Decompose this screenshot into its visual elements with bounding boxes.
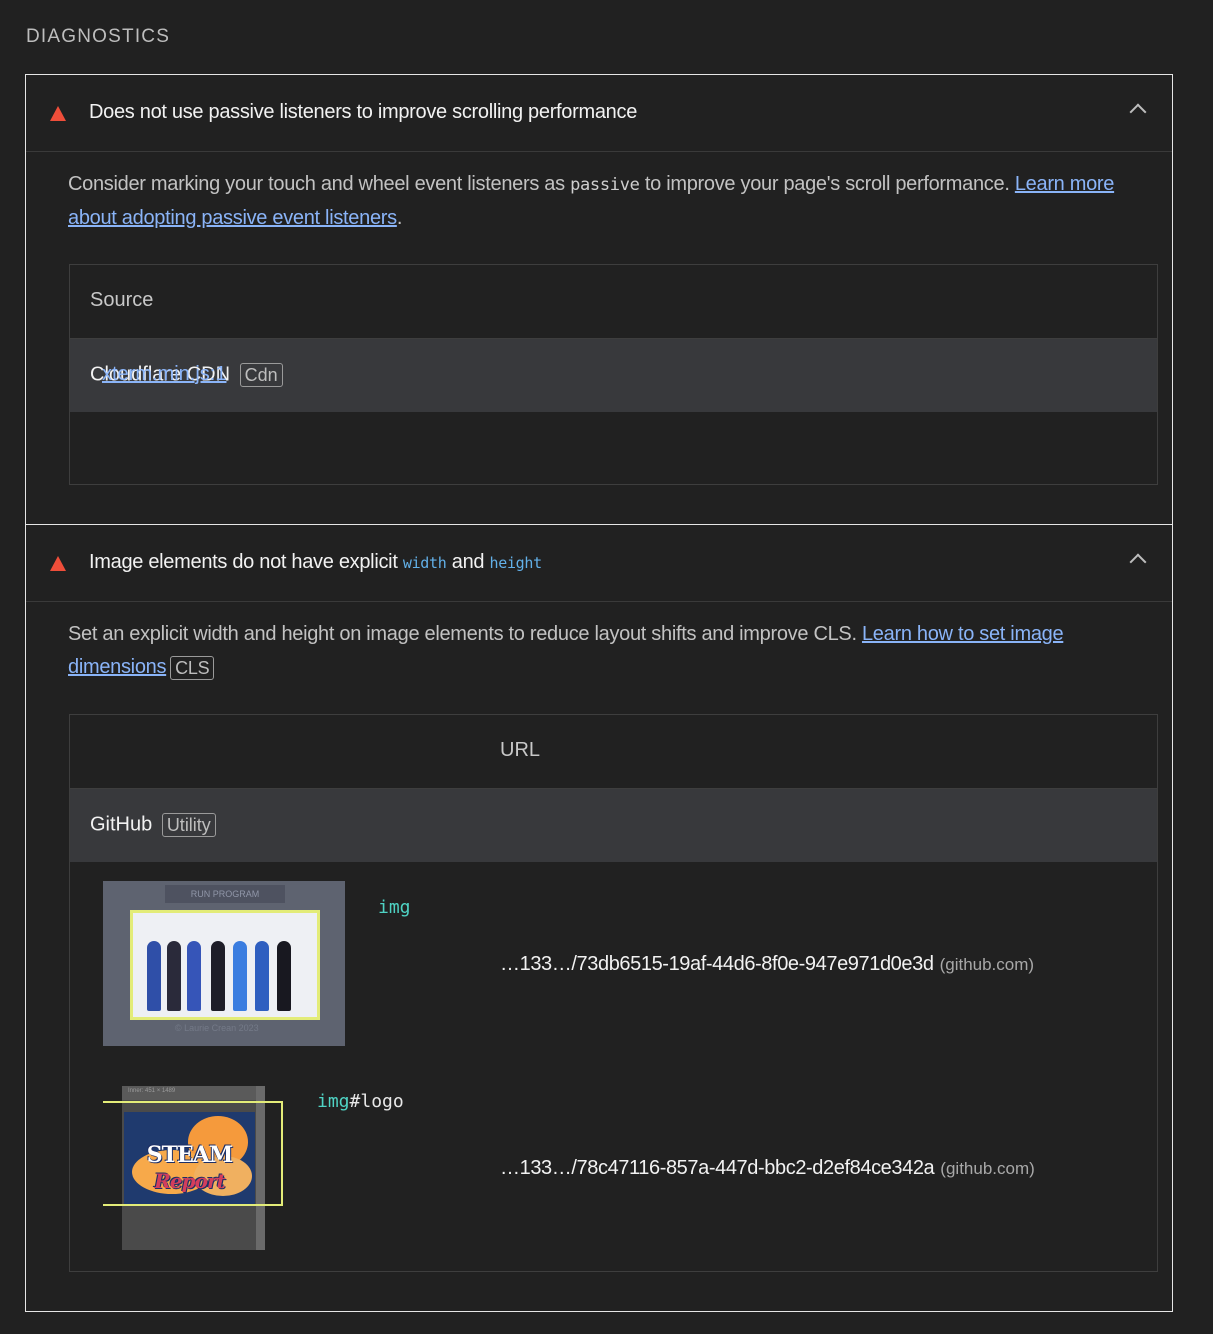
thumb-run-program-label: RUN PROGRAM [165,885,285,903]
element-screenshot-thumbnail[interactable]: RUN PROGRAM © Laurie Crean 2023 [103,881,345,1046]
node-selector: img [378,897,411,918]
entity-name: GitHub [90,813,153,836]
code-width: width [402,554,447,572]
details-table: Source Cloudflare CDN Cdn xterm.min.js:1 [69,264,1158,485]
audit-description: Consider marking your touch and wheel ev… [68,173,1115,229]
metric-badge-cls: CLS [170,655,215,680]
chevron-up-icon[interactable] [1129,553,1147,571]
url-host: (github.com) [940,1159,1035,1178]
section-title: DIAGNOSTICS [26,26,171,47]
chevron-up-icon[interactable] [1129,103,1147,121]
code-passive: passive [570,175,640,195]
details-table: URL GitHub Utility RUN PROGRAM © Laurie … [69,714,1158,1272]
column-header-source: Source [90,289,154,311]
audit-unsized-images: Image elements do not have explicit widt… [25,524,1173,1312]
highlight-outline [103,1101,283,1206]
url-host: (github.com) [939,955,1035,974]
thumb-dimension-label: Inner: 451 × 1489 [122,1086,265,1100]
highlighted-image [130,910,320,1020]
entity-group-row: GitHub Utility [70,789,1157,862]
column-header-url: URL [500,739,541,761]
audit-title: Does not use passive listeners to improv… [89,101,638,123]
audit-header[interactable]: Does not use passive listeners to improv… [26,75,1172,152]
audit-description: Set an explicit width and height on imag… [68,623,1064,680]
thumb-caption: © Laurie Crean 2023 [175,1023,259,1033]
entity-category-badge: Utility [161,813,216,837]
entity-row: GitHub Utility [90,813,216,837]
audit-passive-listeners: Does not use passive listeners to improv… [25,74,1173,525]
fail-triangle-icon [50,106,66,121]
code-height: height [489,554,542,572]
table-header: Source [70,265,1157,339]
source-link[interactable]: xterm.min.js:1 [102,363,226,386]
resource-url: …133…/73db6515-19af-44d6-8f0e-947e971d0e… [500,953,1035,975]
table-header: URL [70,715,1157,789]
audit-title: Image elements do not have explicit widt… [89,551,542,573]
entity-category-badge: Cdn [239,363,283,387]
audit-header[interactable]: Image elements do not have explicit widt… [26,525,1172,602]
node-selector: img#logo [317,1091,404,1112]
fail-triangle-icon [50,556,66,571]
entity-group-row: Cloudflare CDN Cdn [70,339,1157,412]
resource-url: …133…/78c47116-857a-447d-bbc2-d2ef84ce34… [500,1157,1035,1179]
